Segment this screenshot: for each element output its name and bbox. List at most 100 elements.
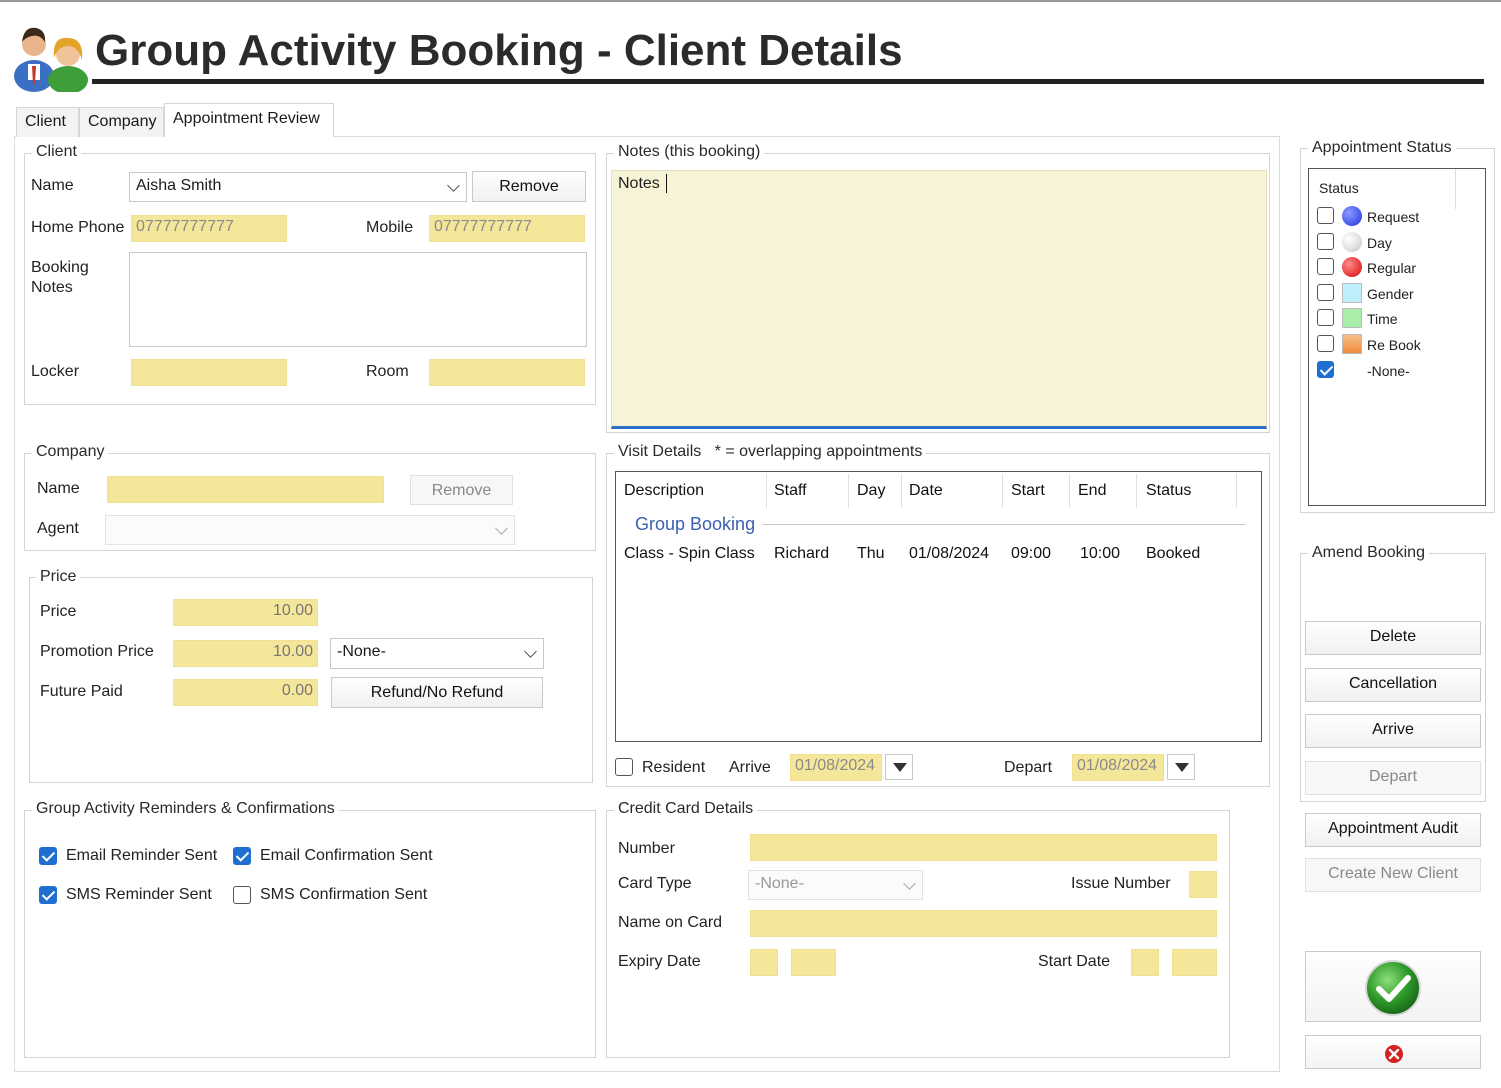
booking-notes-textarea[interactable]	[129, 252, 587, 347]
notes-textarea[interactable]: Notes	[611, 170, 1267, 429]
row-start: 09:00	[1011, 545, 1052, 562]
home-phone-field[interactable]: 07777777777	[131, 215, 287, 242]
col-start[interactable]: Start	[1011, 482, 1045, 500]
sms-confirmation-checkbox[interactable]	[233, 886, 251, 904]
notes-text: Notes	[618, 175, 660, 192]
status-request-label: Request	[1367, 209, 1420, 225]
card-type-select[interactable]: -None-	[748, 870, 923, 900]
company-name-field[interactable]	[107, 476, 384, 503]
status-time-label: Time	[1367, 311, 1398, 327]
locker-label: Locker	[31, 363, 80, 380]
tab-appointment-review[interactable]: Appointment Review	[164, 103, 334, 137]
col-separator	[901, 474, 902, 508]
company-remove-button[interactable]: Remove	[410, 475, 513, 505]
regular-circle-icon	[1342, 257, 1362, 277]
status-none-checkbox[interactable]	[1317, 361, 1334, 378]
cancellation-button[interactable]: Cancellation	[1305, 668, 1481, 702]
locker-field[interactable]	[131, 359, 287, 386]
client-name-label: Name	[31, 177, 74, 194]
col-date[interactable]: Date	[909, 482, 943, 500]
sms-reminder-checkbox[interactable]	[39, 886, 57, 904]
future-paid-label: Future Paid	[40, 683, 123, 700]
depart-date-field[interactable]: 01/08/2024	[1072, 754, 1164, 781]
booking-notes-label-line1: Booking	[31, 259, 89, 276]
price-field[interactable]: 10.00	[173, 599, 318, 626]
depart-label: Depart	[1004, 759, 1053, 776]
promotion-select-value: -None-	[337, 643, 386, 660]
delete-button[interactable]: Delete	[1305, 621, 1481, 655]
room-label: Room	[366, 363, 409, 380]
client-name-select[interactable]: Aisha Smith	[129, 172, 467, 202]
start-year-field[interactable]	[1172, 949, 1217, 976]
arrive-dropdown-arrow-icon[interactable]	[885, 754, 913, 780]
arrive-button[interactable]: Arrive	[1305, 714, 1481, 748]
expiry-date-label: Expiry Date	[618, 953, 701, 970]
arrive-date-field[interactable]: 01/08/2024	[790, 754, 882, 781]
tab-client-label: Client	[25, 113, 66, 130]
email-reminder-checkbox[interactable]	[39, 847, 57, 865]
notes-legend: Notes (this booking)	[614, 143, 765, 161]
expiry-year-field[interactable]	[791, 949, 836, 976]
table-row[interactable]: Class - Spin Class Richard Thu 01/08/202…	[616, 540, 1261, 568]
depart-button[interactable]: Depart	[1305, 761, 1481, 795]
card-number-field[interactable]	[750, 834, 1217, 861]
future-paid-field[interactable]: 0.00	[173, 679, 318, 706]
appointment-audit-button[interactable]: Appointment Audit	[1305, 813, 1481, 847]
agent-select[interactable]	[105, 515, 515, 545]
visit-details-title: Visit Details	[618, 443, 702, 460]
col-day[interactable]: Day	[857, 482, 885, 500]
chevron-down-icon	[447, 179, 460, 192]
expiry-month-field[interactable]	[750, 949, 778, 976]
price-label: Price	[40, 603, 77, 620]
create-new-client-button[interactable]: Create New Client	[1305, 858, 1481, 892]
promotion-price-field[interactable]: 10.00	[173, 640, 318, 667]
sms-confirmation-label: SMS Confirmation Sent	[260, 886, 428, 903]
status-regular-checkbox[interactable]	[1317, 258, 1334, 275]
cancel-button[interactable]	[1305, 1035, 1481, 1069]
email-confirmation-checkbox[interactable]	[233, 847, 251, 865]
col-separator	[1455, 169, 1456, 209]
tab-client[interactable]: Client	[16, 107, 79, 137]
card-number-label: Number	[618, 840, 675, 857]
status-rebook-checkbox[interactable]	[1317, 335, 1334, 352]
status-regular-label: Regular	[1367, 260, 1417, 276]
reminders-legend: Group Activity Reminders & Confirmations	[32, 800, 339, 818]
col-description[interactable]: Description	[624, 482, 704, 500]
status-list: Status Request Day Regular Gender Time R…	[1308, 168, 1486, 506]
tab-company[interactable]: Company	[79, 107, 164, 137]
request-circle-icon	[1342, 206, 1362, 226]
col-separator	[766, 474, 767, 508]
row-staff: Richard	[774, 545, 830, 562]
rebook-square-icon	[1342, 334, 1362, 354]
issue-number-field[interactable]	[1189, 871, 1217, 898]
depart-dropdown-arrow-icon[interactable]	[1167, 754, 1195, 780]
arrive-label: Arrive	[729, 759, 771, 776]
agent-label: Agent	[37, 520, 79, 537]
chevron-down-icon	[903, 877, 916, 890]
col-separator	[1002, 474, 1003, 508]
title-underline	[92, 79, 1484, 84]
status-day-checkbox[interactable]	[1317, 233, 1334, 250]
col-status[interactable]: Status	[1146, 482, 1191, 500]
status-request-checkbox[interactable]	[1317, 207, 1334, 224]
col-separator	[1136, 474, 1137, 508]
resident-checkbox[interactable]	[615, 758, 633, 776]
card-type-value: -None-	[755, 875, 804, 892]
company-legend: Company	[32, 443, 109, 461]
status-gender-checkbox[interactable]	[1317, 284, 1334, 301]
green-checkmark-icon	[1365, 960, 1421, 1016]
email-reminder-label: Email Reminder Sent	[66, 847, 218, 864]
row-day: Thu	[857, 545, 885, 562]
ok-button[interactable]	[1305, 951, 1481, 1022]
promotion-select[interactable]: -None-	[330, 638, 544, 669]
row-end: 10:00	[1080, 545, 1121, 562]
name-on-card-field[interactable]	[750, 910, 1217, 937]
col-staff[interactable]: Staff	[774, 482, 807, 500]
client-remove-button[interactable]: Remove	[472, 171, 586, 202]
col-end[interactable]: End	[1078, 482, 1106, 500]
status-time-checkbox[interactable]	[1317, 309, 1334, 326]
start-month-field[interactable]	[1131, 949, 1159, 976]
refund-button[interactable]: Refund/No Refund	[331, 677, 543, 708]
room-field[interactable]	[429, 359, 585, 386]
mobile-field[interactable]: 07777777777	[429, 215, 585, 242]
